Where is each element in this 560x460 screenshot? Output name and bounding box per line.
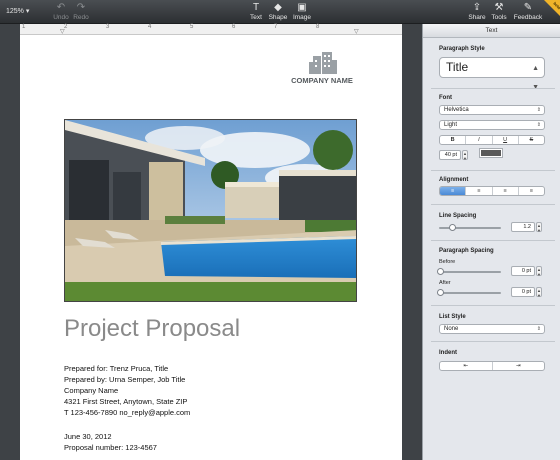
updown-arrow-icon: ⇕	[536, 107, 541, 113]
bold-button[interactable]: B	[440, 136, 467, 144]
redo-button[interactable]: ↷ Redo	[72, 2, 90, 22]
paragraph-style-label: Paragraph Style	[439, 46, 485, 52]
align-justify-icon[interactable]: ≡	[519, 187, 544, 195]
after-spacing-knob[interactable]	[437, 289, 444, 296]
after-spacing-stepper[interactable]: ▲ ▼	[536, 287, 542, 298]
proposal-number[interactable]: Proposal number: 123-4567	[64, 443, 157, 452]
shape-button[interactable]: ◆ Shape	[268, 2, 288, 22]
divider	[431, 88, 555, 89]
prepared-by[interactable]: Prepared by: Urna Semper, Job Title	[64, 375, 185, 384]
alignment-label: Alignment	[439, 177, 469, 183]
text-color-swatch	[481, 150, 501, 156]
text-color-well[interactable]	[479, 148, 503, 158]
document-page[interactable]: COMPANY NAME Project Proposal Prepared f…	[20, 35, 402, 460]
address-line[interactable]: 4321 First Street, Anytown, State ZIP	[64, 397, 187, 406]
font-size-field[interactable]: 40 pt	[439, 150, 461, 160]
toolbar: 125% ▾ ↶ Undo ↷ Redo T Text ◆ Shape ▣ Im…	[0, 0, 560, 24]
prepared-for[interactable]: Prepared for: Trenz Pruca, Title	[64, 364, 168, 373]
image-button[interactable]: ▣ Image	[292, 2, 312, 22]
alignment-buttons: ≡ ≡ ≡ ≡	[439, 186, 545, 196]
undo-icon: ↶	[56, 2, 66, 13]
after-spacing-slider[interactable]	[439, 292, 501, 294]
company-name: COMPANY NAME	[291, 76, 353, 85]
align-center-icon[interactable]: ≡	[466, 187, 493, 195]
company-line[interactable]: Company Name	[64, 386, 118, 395]
list-style-select[interactable]: None ⇕	[439, 324, 545, 334]
text-icon: T	[252, 2, 260, 13]
redo-icon: ↷	[76, 2, 86, 13]
font-label: Font	[439, 95, 452, 101]
right-indent-marker[interactable]: ▽	[354, 28, 359, 35]
after-spacing-field[interactable]: 0 pt	[511, 287, 535, 297]
align-right-icon[interactable]: ≡	[493, 187, 519, 195]
indent-label: Indent	[439, 350, 457, 356]
contact-line[interactable]: T 123-456-7890 no_reply@apple.com	[64, 408, 190, 417]
after-label: After	[439, 280, 451, 286]
feedback-button[interactable]: ✎ Feedback	[512, 2, 544, 22]
vertical-scrollbar[interactable]	[402, 24, 422, 460]
house-photo[interactable]	[64, 119, 357, 302]
font-family-select[interactable]: Helvetica ⇕	[439, 105, 545, 115]
text-inspector: Text Paragraph Style Title ▲▼ Font Helve…	[422, 24, 560, 460]
paragraph-style-select[interactable]: Title ▲▼	[439, 57, 545, 91]
divider	[431, 341, 555, 342]
before-spacing-knob[interactable]	[437, 268, 444, 275]
company-logo	[291, 52, 355, 79]
feedback-icon: ✎	[523, 2, 533, 13]
house-pool-image	[65, 120, 356, 301]
increase-indent-icon[interactable]: ⇥	[493, 362, 545, 370]
decrease-indent-icon[interactable]: ⇤	[440, 362, 493, 370]
font-size-stepper[interactable]: ▲ ▼	[462, 150, 468, 161]
divider	[431, 204, 555, 205]
shape-icon: ◆	[274, 2, 282, 13]
zoom-menu[interactable]: 125% ▾	[6, 7, 29, 15]
ruler[interactable]: 1 2 3 4 5 6 7 8 ▽ ▽	[20, 24, 402, 35]
strikethrough-button[interactable]: S	[519, 136, 544, 144]
before-spacing-stepper[interactable]: ▲ ▼	[536, 266, 542, 277]
line-spacing-knob[interactable]	[449, 224, 456, 231]
line-spacing-label: Line Spacing	[439, 213, 477, 219]
beta-badge: beta	[544, 0, 560, 16]
line-spacing-stepper[interactable]: ▲ ▼	[536, 222, 542, 233]
tools-button[interactable]: ⚒ Tools	[490, 2, 508, 22]
updown-arrow-icon: ⇕	[536, 326, 541, 332]
updown-arrow-icon: ⇕	[536, 122, 541, 128]
before-spacing-field[interactable]: 0 pt	[511, 266, 535, 276]
align-left-icon[interactable]: ≡	[440, 187, 467, 195]
share-icon: ⇪	[472, 2, 482, 13]
line-spacing-field[interactable]: 1.2	[511, 222, 535, 232]
date-line[interactable]: June 30, 2012	[64, 432, 112, 441]
image-icon: ▣	[297, 2, 307, 13]
before-label: Before	[439, 259, 456, 265]
undo-button[interactable]: ↶ Undo	[52, 2, 70, 22]
inspector-tab[interactable]: Text	[423, 24, 560, 38]
indent-buttons: ⇤ ⇥	[439, 361, 545, 371]
before-spacing-slider[interactable]	[439, 271, 501, 273]
list-style-label: List Style	[439, 314, 466, 320]
italic-button[interactable]: I	[466, 136, 493, 144]
left-indent-marker[interactable]: ▽	[60, 28, 65, 35]
paragraph-spacing-label: Paragraph Spacing	[439, 248, 494, 254]
updown-arrow-icon: ▲▼	[532, 65, 539, 91]
divider	[431, 170, 555, 171]
font-weight-select[interactable]: Light ⇕	[439, 120, 545, 130]
font-style-buttons: B I U S	[439, 135, 545, 145]
document-title[interactable]: Project Proposal	[64, 315, 240, 343]
share-button[interactable]: ⇪ Share	[468, 2, 486, 22]
building-icon	[309, 52, 337, 74]
divider	[431, 305, 555, 306]
text-button[interactable]: T Text	[248, 2, 264, 22]
underline-button[interactable]: U	[493, 136, 519, 144]
wrench-icon: ⚒	[494, 2, 504, 13]
divider	[431, 240, 555, 241]
